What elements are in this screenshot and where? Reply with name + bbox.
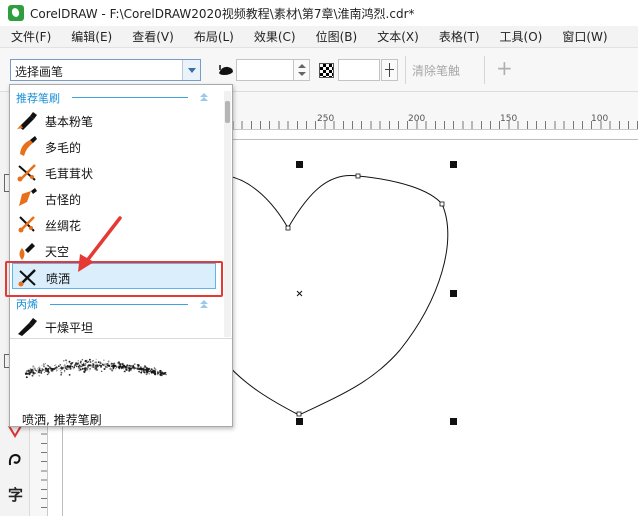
fluffy-brush-icon <box>17 164 36 182</box>
transparency-icon <box>319 63 334 78</box>
hairy-brush-icon <box>20 136 37 156</box>
ruler-label: 250 <box>317 114 335 124</box>
menu-edit[interactable]: 编辑(E) <box>60 28 121 45</box>
group-divider <box>72 97 188 98</box>
menu-text[interactable]: 文本(X) <box>366 28 428 45</box>
sky-brush-icon <box>19 243 35 260</box>
brush-item-dry-flat[interactable]: 干燥平坦 <box>12 313 216 339</box>
group-header-recommended: 推荐笔刷 <box>16 92 60 105</box>
title-bar: CorelDRAW - F:\CorelDRAW2020视频教程\素材\第7章\… <box>0 0 638 26</box>
annotation-highlight-box <box>5 261 223 297</box>
brush-item-silk-flower[interactable]: 丝绸花 <box>12 211 216 237</box>
coreldraw-logo-icon <box>8 5 24 21</box>
brush-item-basic-chalk[interactable]: 基本粉笔 <box>12 107 216 133</box>
brush-item-label: 多毛的 <box>45 141 82 155</box>
brush-item-label: 基本粉笔 <box>45 115 94 129</box>
brush-select-dropdown[interactable]: 选择画笔 <box>10 59 201 81</box>
group-header-acrylic: 丙烯 <box>16 298 38 311</box>
menu-view[interactable]: 查看(V) <box>121 28 183 45</box>
panel-scrollbar-thumb[interactable] <box>225 101 230 123</box>
preview-divider <box>10 338 232 339</box>
ruler-label: 200 <box>408 114 426 124</box>
group-divider <box>50 304 188 305</box>
menu-window[interactable]: 窗口(W) <box>551 28 616 45</box>
chevron-down-icon[interactable] <box>182 60 200 80</box>
ruler-label: 150 <box>500 114 518 124</box>
transparency-input[interactable] <box>338 59 380 81</box>
brush-item-hairy[interactable]: 多毛的 <box>12 133 216 159</box>
brush-item-label: 丝绸花 <box>45 219 82 233</box>
brush-item-sky[interactable]: 天空 <box>12 237 216 263</box>
clear-stroke-button[interactable]: 清除笔触 <box>412 62 460 79</box>
menu-tools[interactable]: 工具(O) <box>489 28 552 45</box>
brush-stroke-preview <box>24 358 167 379</box>
collapse-icon[interactable] <box>198 93 210 103</box>
brush-item-label: 干燥平坦 <box>45 321 94 335</box>
add-brush-button[interactable]: + <box>496 58 513 78</box>
angle-cross-icon[interactable] <box>381 59 398 81</box>
menu-layout[interactable]: 布局(L) <box>183 28 243 45</box>
brush-item-quirky[interactable]: 古怪的 <box>12 185 216 211</box>
menu-file[interactable]: 文件(F) <box>0 28 60 45</box>
text-tool-icon[interactable]: 字 <box>8 484 23 505</box>
brush-preview-caption: 喷洒, 推荐笔刷 <box>22 413 102 427</box>
stroke-width-input[interactable] <box>236 59 294 81</box>
brush-item-fluffy[interactable]: 毛茸茸状 <box>12 159 216 185</box>
ink-drop-icon <box>219 65 233 75</box>
dry-flat-brush-icon <box>18 318 37 336</box>
window-title: CorelDRAW - F:\CorelDRAW2020视频教程\素材\第7章\… <box>30 6 415 21</box>
menu-bar: 文件(F) 编辑(E) 查看(V) 布局(L) 效果(C) 位图(B) 文本(X… <box>0 26 638 48</box>
spiral-tool-icon[interactable] <box>7 452 23 468</box>
menu-effects[interactable]: 效果(C) <box>243 28 305 45</box>
quirky-brush-icon <box>19 188 37 206</box>
chalk-brush-icon <box>17 112 37 130</box>
panel-scrollbar[interactable] <box>224 91 231 337</box>
collapse-icon[interactable] <box>198 300 210 310</box>
brush-dropdown-panel: 推荐笔刷 基本粉笔 多毛的 毛茸茸状 古怪的 丝绸花 天空 喷洒 丙烯 干燥平坦… <box>5 84 233 427</box>
brush-item-label: 天空 <box>45 245 70 259</box>
toolbar-divider <box>484 56 485 84</box>
brush-select-value: 选择画笔 <box>15 65 64 79</box>
brush-item-label: 古怪的 <box>45 193 82 207</box>
brush-item-label: 毛茸茸状 <box>45 167 94 181</box>
menu-table[interactable]: 表格(T) <box>428 28 489 45</box>
menu-bitmaps[interactable]: 位图(B) <box>305 28 367 45</box>
ruler-label: 100 <box>591 114 609 124</box>
toolbar-divider <box>405 56 406 84</box>
silk-flower-brush-icon <box>18 216 35 233</box>
stroke-width-spinner[interactable] <box>294 59 310 81</box>
